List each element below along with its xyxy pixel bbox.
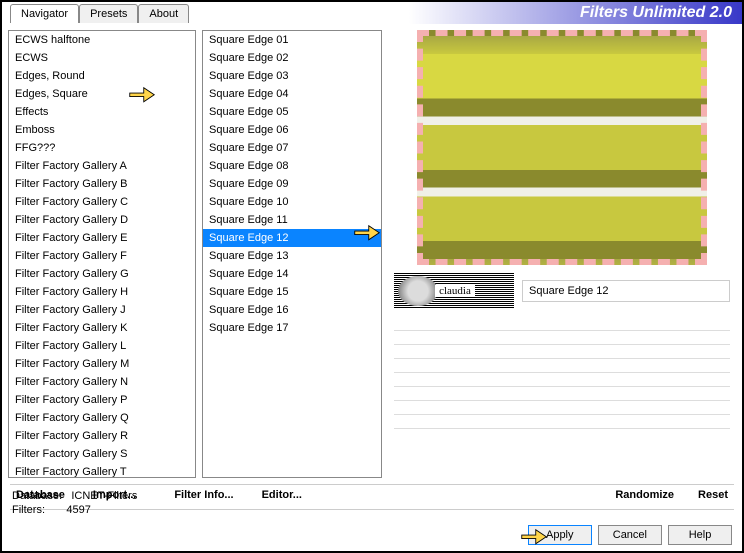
category-list-item[interactable]: Edges, Round: [9, 67, 195, 85]
category-list-item[interactable]: Filter Factory Gallery T: [9, 463, 195, 478]
param-row: [394, 317, 730, 331]
param-row: [394, 387, 730, 401]
tab-navigator[interactable]: Navigator: [10, 4, 79, 23]
category-list-item[interactable]: Emboss: [9, 121, 195, 139]
status-database-value: ICNET-Filters: [71, 490, 137, 502]
tab-strip: Navigator Presets About: [10, 4, 189, 23]
filter-list-item[interactable]: Square Edge 12: [203, 229, 381, 247]
category-list-item[interactable]: Filter Factory Gallery A: [9, 157, 195, 175]
filter-list-item[interactable]: Square Edge 08: [203, 157, 381, 175]
category-list-item[interactable]: Filter Factory Gallery S: [9, 445, 195, 463]
status-filters-label: Filters:: [12, 504, 45, 516]
category-list-item[interactable]: FFG???: [9, 139, 195, 157]
filter-list-item[interactable]: Square Edge 06: [203, 121, 381, 139]
filter-list-item[interactable]: Square Edge 10: [203, 193, 381, 211]
preview-image: [417, 30, 707, 265]
category-listbox[interactable]: ECWS halftoneECWSEdges, RoundEdges, Squa…: [8, 30, 196, 478]
filter-list-item[interactable]: Square Edge 15: [203, 283, 381, 301]
status-database-label: Database:: [12, 490, 62, 502]
category-list-item[interactable]: Filter Factory Gallery D: [9, 211, 195, 229]
randomize-button[interactable]: Randomize: [615, 489, 674, 501]
param-row: [394, 415, 730, 429]
preview-panel: claudia Square Edge 12: [388, 30, 736, 478]
reset-button[interactable]: Reset: [698, 489, 728, 501]
header-bar: Navigator Presets About Filters Unlimite…: [2, 2, 742, 24]
cancel-button[interactable]: Cancel: [598, 525, 662, 545]
category-list-item[interactable]: Filter Factory Gallery N: [9, 373, 195, 391]
help-button[interactable]: Help: [668, 525, 732, 545]
filter-list-item[interactable]: Square Edge 02: [203, 49, 381, 67]
filter-list-item[interactable]: Square Edge 13: [203, 247, 381, 265]
watermark-text: claudia: [435, 285, 475, 297]
filter-list-item[interactable]: Square Edge 03: [203, 67, 381, 85]
apply-button[interactable]: Apply: [528, 525, 592, 545]
category-list-item[interactable]: Filter Factory Gallery C: [9, 193, 195, 211]
dialog-buttons: Apply Cancel Help: [528, 525, 732, 545]
main-content: ECWS halftoneECWSEdges, RoundEdges, Squa…: [2, 24, 742, 484]
category-list-item[interactable]: Edges, Square: [9, 85, 195, 103]
filter-listbox[interactable]: Square Edge 01Square Edge 02Square Edge …: [202, 30, 382, 478]
filter-list-item[interactable]: Square Edge 07: [203, 139, 381, 157]
param-row: [394, 373, 730, 387]
category-list-item[interactable]: Filter Factory Gallery L: [9, 337, 195, 355]
param-row: [394, 345, 730, 359]
preview-info-row: claudia Square Edge 12: [388, 273, 736, 309]
filter-list-item[interactable]: Square Edge 11: [203, 211, 381, 229]
param-row: [394, 331, 730, 345]
editor-button[interactable]: Editor...: [262, 489, 302, 501]
param-row: [394, 401, 730, 415]
filter-info-button[interactable]: Filter Info...: [174, 489, 233, 501]
category-list-item[interactable]: Filter Factory Gallery H: [9, 283, 195, 301]
status-bar: Database: ICNET-Filters Filters: 4597: [12, 489, 137, 517]
filter-list-item[interactable]: Square Edge 09: [203, 175, 381, 193]
filter-list-item[interactable]: Square Edge 14: [203, 265, 381, 283]
category-list-item[interactable]: Filter Factory Gallery R: [9, 427, 195, 445]
selected-filter-name: Square Edge 12: [522, 280, 730, 302]
param-row: [394, 359, 730, 373]
filter-list-item[interactable]: Square Edge 17: [203, 319, 381, 337]
filter-list-item[interactable]: Square Edge 01: [203, 31, 381, 49]
category-list-item[interactable]: Filter Factory Gallery J: [9, 301, 195, 319]
filter-list-item[interactable]: Square Edge 04: [203, 85, 381, 103]
category-list-item[interactable]: Effects: [9, 103, 195, 121]
status-filters-value: 4597: [66, 504, 90, 516]
category-list-item[interactable]: ECWS: [9, 49, 195, 67]
tab-presets[interactable]: Presets: [79, 4, 138, 23]
category-list-item[interactable]: Filter Factory Gallery Q: [9, 409, 195, 427]
category-list-item[interactable]: Filter Factory Gallery M: [9, 355, 195, 373]
category-list-item[interactable]: Filter Factory Gallery F: [9, 247, 195, 265]
app-title: Filters Unlimited 2.0: [580, 4, 732, 22]
category-list-item[interactable]: Filter Factory Gallery B: [9, 175, 195, 193]
watermark-badge: claudia: [394, 273, 514, 309]
parameter-rows: [388, 317, 736, 429]
tab-about[interactable]: About: [138, 4, 189, 23]
category-list-item[interactable]: Filter Factory Gallery K: [9, 319, 195, 337]
category-list-item[interactable]: Filter Factory Gallery G: [9, 265, 195, 283]
category-list-item[interactable]: Filter Factory Gallery E: [9, 229, 195, 247]
category-list-item[interactable]: Filter Factory Gallery P: [9, 391, 195, 409]
filter-list-item[interactable]: Square Edge 05: [203, 103, 381, 121]
category-list-item[interactable]: ECWS halftone: [9, 31, 195, 49]
filter-list-item[interactable]: Square Edge 16: [203, 301, 381, 319]
